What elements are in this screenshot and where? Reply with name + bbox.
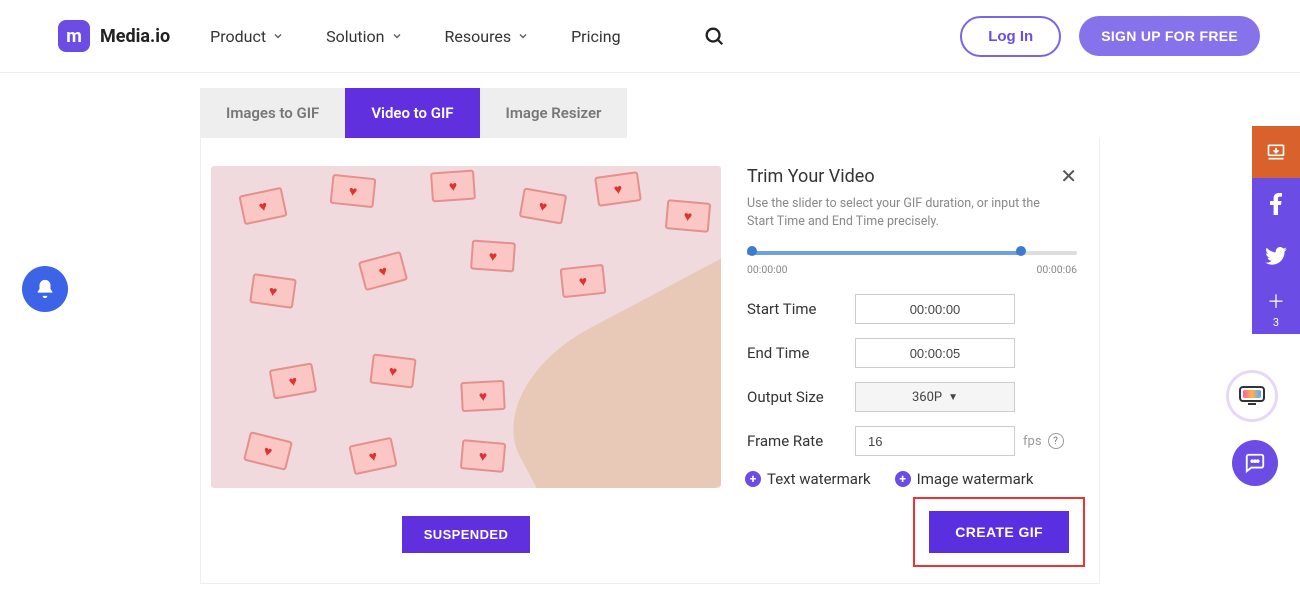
start-time-input[interactable] xyxy=(855,294,1015,324)
trim-slider[interactable] xyxy=(747,249,1077,257)
share-more[interactable]: ＋ 3 xyxy=(1252,282,1300,334)
share-download[interactable] xyxy=(1252,126,1300,178)
theme-fab[interactable] xyxy=(1226,370,1278,422)
tab-image-resizer[interactable]: Image Resizer xyxy=(480,88,628,138)
image-watermark-label: Image watermark xyxy=(917,470,1034,488)
output-size-select[interactable]: 360P ▼ xyxy=(855,382,1015,412)
tab-images-to-gif[interactable]: Images to GIF xyxy=(200,88,345,138)
watermark-row: + Text watermark + Image watermark xyxy=(745,470,1077,488)
plus-icon: ＋ xyxy=(1267,288,1285,314)
close-icon[interactable]: ✕ xyxy=(1060,164,1077,188)
login-button[interactable]: Log In xyxy=(960,16,1061,57)
frame-rate-input[interactable] xyxy=(855,426,1015,456)
logo-mark-icon: m xyxy=(58,20,90,52)
brand-name: Media.io xyxy=(100,26,170,47)
chevron-down-icon xyxy=(517,30,529,42)
nav-solution-label: Solution xyxy=(326,27,384,46)
slider-max-label: 00:00:06 xyxy=(1037,263,1078,276)
trim-title: Trim Your Video xyxy=(747,166,1077,187)
editor-panel: ♥ ♥ ♥ ♥ ♥ ♥ ♥ ♥ ♥ ♥ ♥ ♥ ♥ ♥ ♥ ♥ ♥ ♥ ♥ ♥ … xyxy=(200,138,1100,584)
logo[interactable]: m Media.io xyxy=(58,20,170,52)
share-count: 3 xyxy=(1273,316,1279,329)
header-right: Log In SIGN UP FOR FREE xyxy=(960,16,1260,57)
nav-resources[interactable]: Resoures xyxy=(445,27,530,46)
twitter-icon xyxy=(1265,247,1287,265)
chevron-down-icon xyxy=(272,30,284,42)
share-rail: ＋ 3 xyxy=(1252,126,1300,334)
plus-circle-icon: + xyxy=(745,471,761,487)
fps-label: fps xyxy=(1023,434,1042,449)
share-twitter[interactable] xyxy=(1252,230,1300,282)
end-time-label: End Time xyxy=(747,344,855,362)
nav-solution[interactable]: Solution xyxy=(326,27,402,46)
form-column: Trim Your Video ✕ Use the slider to sele… xyxy=(747,166,1077,553)
share-facebook[interactable] xyxy=(1252,178,1300,230)
video-column: ♥ ♥ ♥ ♥ ♥ ♥ ♥ ♥ ♥ ♥ ♥ ♥ ♥ ♥ ♥ ♥ ♥ ♥ ♥ ♥ … xyxy=(211,166,721,553)
nav-pricing-label: Pricing xyxy=(571,27,621,46)
nav-pricing[interactable]: Pricing xyxy=(571,27,621,46)
signup-button[interactable]: SIGN UP FOR FREE xyxy=(1079,16,1260,56)
slider-min-label: 00:00:00 xyxy=(747,263,788,276)
notification-fab[interactable] xyxy=(22,266,68,312)
chevron-down-icon xyxy=(391,30,403,42)
nav-product-label: Product xyxy=(210,27,266,46)
create-gif-highlight: CREATE GIF xyxy=(913,497,1085,567)
text-watermark-label: Text watermark xyxy=(767,470,871,488)
download-icon xyxy=(1266,142,1286,162)
caret-down-icon: ▼ xyxy=(948,392,958,403)
output-size-label: Output Size xyxy=(747,388,855,406)
monitor-icon xyxy=(1239,386,1265,406)
output-size-value: 360P xyxy=(912,390,942,405)
tabs: Images to GIF Video to GIF Image Resizer xyxy=(200,88,1300,138)
help-icon[interactable]: ? xyxy=(1048,433,1064,449)
bell-icon xyxy=(34,278,56,300)
trim-description: Use the slider to select your GIF durati… xyxy=(747,195,1047,231)
end-time-input[interactable] xyxy=(855,338,1015,368)
header: m Media.io Product Solution Resoures Pri… xyxy=(0,0,1300,73)
frame-rate-label: Frame Rate xyxy=(747,432,855,450)
start-time-label: Start Time xyxy=(747,300,855,318)
search-icon[interactable] xyxy=(703,25,725,47)
nav: Product Solution Resoures Pricing xyxy=(210,25,724,47)
nav-product[interactable]: Product xyxy=(210,27,284,46)
facebook-icon xyxy=(1270,193,1282,215)
tab-video-to-gif[interactable]: Video to GIF xyxy=(345,88,479,138)
suspended-button[interactable]: SUSPENDED xyxy=(402,516,531,553)
add-image-watermark[interactable]: + Image watermark xyxy=(895,470,1034,488)
video-preview[interactable]: ♥ ♥ ♥ ♥ ♥ ♥ ♥ ♥ ♥ ♥ ♥ ♥ ♥ ♥ ♥ ♥ ♥ ♥ ♥ ♥ xyxy=(211,166,721,488)
chat-fab[interactable] xyxy=(1232,440,1278,486)
plus-circle-icon: + xyxy=(895,471,911,487)
chat-icon xyxy=(1244,452,1266,474)
nav-resources-label: Resoures xyxy=(445,27,512,46)
slider-range-labels: 00:00:00 00:00:06 xyxy=(747,263,1077,276)
add-text-watermark[interactable]: + Text watermark xyxy=(745,470,871,488)
create-gif-button[interactable]: CREATE GIF xyxy=(929,511,1069,553)
